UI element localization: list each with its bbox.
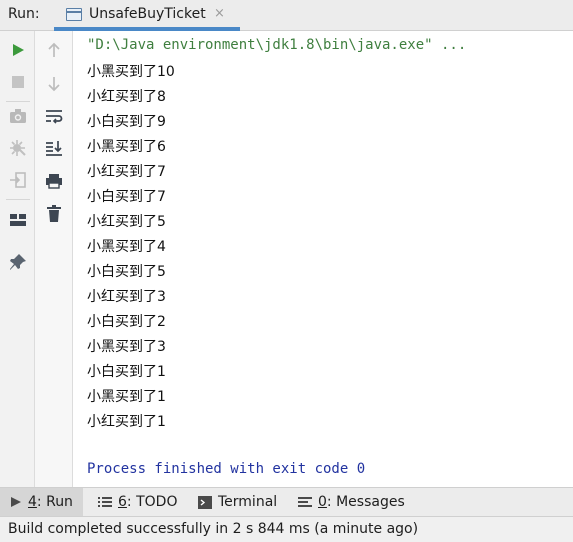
- run-config-icon: [66, 8, 82, 21]
- todo-list-icon: [98, 497, 112, 507]
- messages-icon: [298, 497, 312, 507]
- tab-run[interactable]: 4: Run: [0, 488, 83, 516]
- close-icon[interactable]: ×: [214, 6, 225, 21]
- console-line: 小黑买到了4: [87, 239, 166, 255]
- console-line: 小白买到了7: [87, 189, 166, 205]
- scroll-to-end-icon[interactable]: [43, 137, 65, 159]
- console-line: 小红买到了3: [87, 289, 166, 305]
- console-output[interactable]: "D:\Java environment\jdk1.8\bin\java.exe…: [73, 31, 573, 487]
- tab-todo[interactable]: 6: TODO: [98, 488, 177, 516]
- process-finished-line: Process finished with exit code 0: [87, 461, 366, 477]
- play-icon: [11, 497, 21, 507]
- layout-icon[interactable]: [7, 209, 29, 231]
- console-line: 小红买到了1: [87, 414, 166, 430]
- console-line: 小黑买到了6: [87, 139, 166, 155]
- tool-window-bar: 4: Run 6: TODO Terminal 0: Messages: [0, 487, 573, 516]
- tab-terminal-label: Terminal: [218, 494, 278, 510]
- soft-wrap-icon[interactable]: [43, 105, 65, 127]
- run-toolbar-secondary: [35, 31, 73, 487]
- console-line: 小红买到了7: [87, 164, 166, 180]
- console-line: 小白买到了1: [87, 364, 166, 380]
- console-line: 小黑买到了3: [87, 339, 166, 355]
- camera-icon[interactable]: [7, 105, 29, 127]
- console-line: 小黑买到了1: [87, 389, 166, 405]
- print-icon[interactable]: [43, 170, 65, 192]
- stop-icon[interactable]: [7, 71, 29, 93]
- toolbar-divider: [6, 101, 30, 102]
- tab-unsafe-buy-ticket[interactable]: UnsafeBuyTicket ×: [54, 0, 240, 31]
- scroll-down-icon[interactable]: [43, 73, 65, 95]
- tab-title: UnsafeBuyTicket: [89, 6, 206, 22]
- rerun-icon[interactable]: [7, 39, 29, 61]
- console-line: 小白买到了2: [87, 314, 166, 330]
- login-icon[interactable]: [7, 169, 29, 191]
- console-command-line: "D:\Java environment\jdk1.8\bin\java.exe…: [87, 37, 467, 53]
- console-line: 小白买到了5: [87, 264, 166, 280]
- tab-run-label: 4: Run: [28, 494, 73, 510]
- tab-messages-label: 0: Messages: [318, 494, 405, 510]
- run-tool-window-header: Run: UnsafeBuyTicket ×: [0, 0, 573, 31]
- terminal-icon: [198, 495, 212, 509]
- console-line: 小白买到了9: [87, 114, 166, 130]
- tab-terminal[interactable]: Terminal: [198, 488, 277, 516]
- scroll-up-icon[interactable]: [43, 39, 65, 61]
- tab-todo-label: 6: TODO: [118, 494, 178, 510]
- toolbar-divider: [6, 199, 30, 200]
- trash-icon[interactable]: [43, 203, 65, 225]
- run-label: Run:: [8, 6, 40, 22]
- pin-icon[interactable]: [7, 251, 29, 273]
- debug-settings-icon[interactable]: [7, 137, 29, 159]
- tab-messages[interactable]: 0: Messages: [298, 488, 405, 516]
- console-line: 小红买到了5: [87, 214, 166, 230]
- console-line: 小红买到了8: [87, 89, 166, 105]
- status-message[interactable]: Build completed successfully in 2 s 844 …: [8, 521, 418, 537]
- console-line: 小黑买到了10: [87, 64, 175, 80]
- status-bar: Build completed successfully in 2 s 844 …: [0, 516, 573, 542]
- run-toolbar-primary: [0, 31, 35, 487]
